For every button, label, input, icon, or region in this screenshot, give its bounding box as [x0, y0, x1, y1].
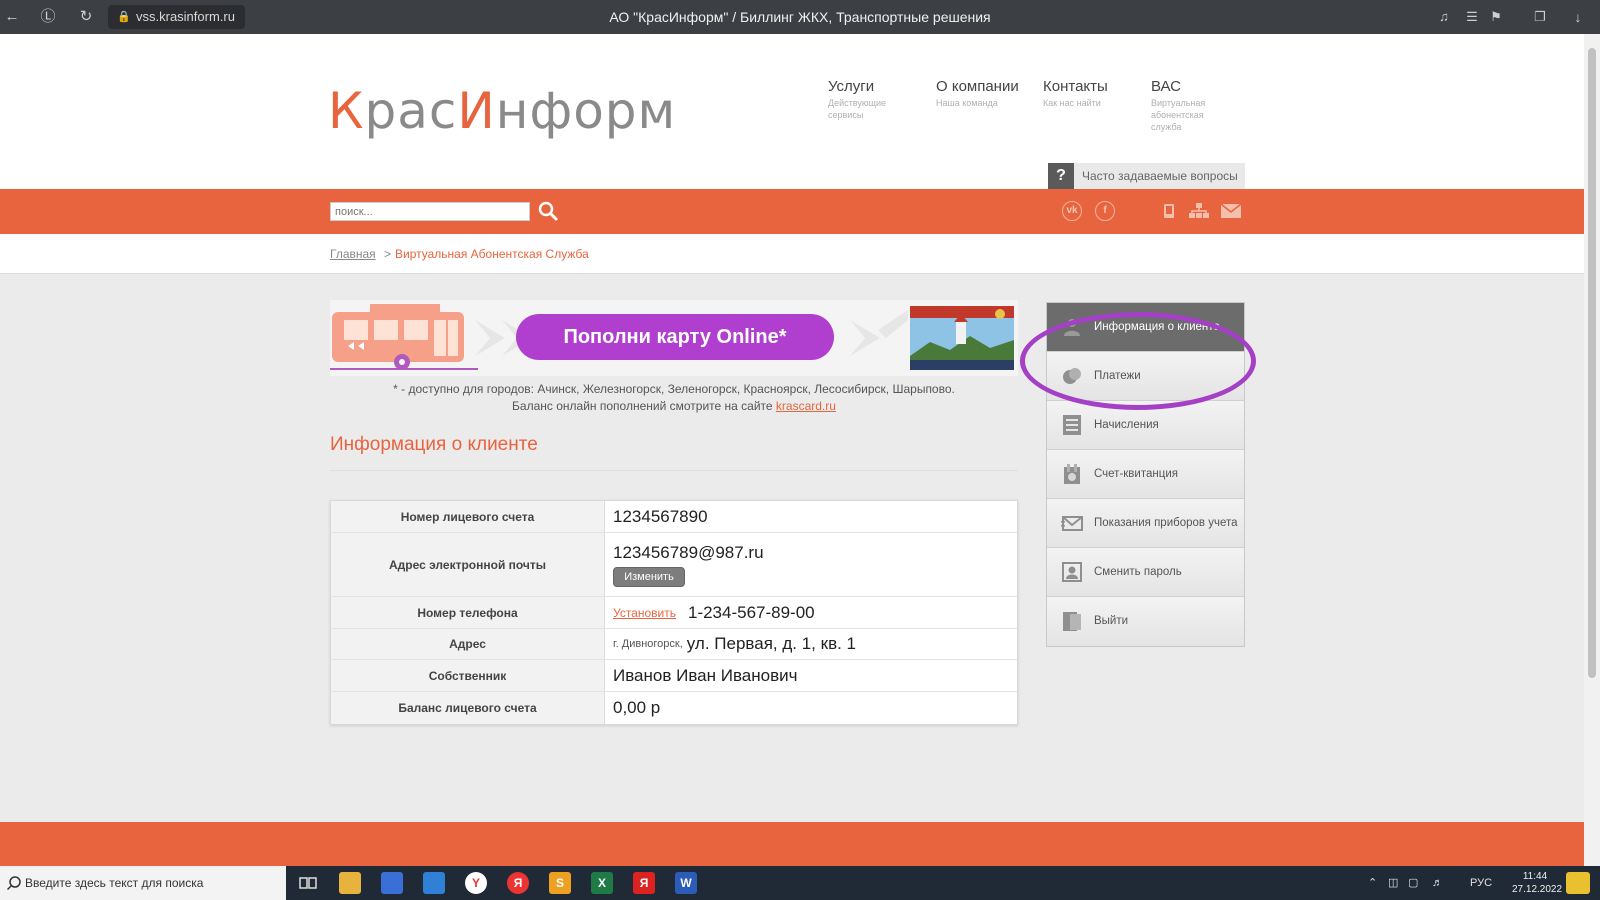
menu-logout[interactable]: Выйти — [1047, 597, 1244, 646]
id-card-icon — [1062, 562, 1082, 582]
exit-icon — [1063, 612, 1081, 631]
taskbar-search[interactable]: Введите здесь текст для поиска — [0, 866, 286, 900]
transport-card-image — [910, 306, 1014, 370]
nav-contacts[interactable]: Контакты Как нас найти — [1043, 78, 1123, 109]
balance-label: Баланс лицевого счета — [331, 692, 605, 724]
word-icon[interactable]: W — [675, 872, 697, 894]
menu-client-info[interactable]: Информация о клиенте — [1047, 303, 1244, 352]
banner-cities-note: * - доступно для городов: Ачинск, Железн… — [393, 382, 955, 396]
file-explorer-icon[interactable] — [339, 872, 361, 894]
mail-icon[interactable] — [1220, 201, 1242, 221]
sitemap-icon[interactable] — [1188, 201, 1210, 221]
krascard-link[interactable]: krascard.ru — [776, 399, 836, 413]
taskbar-clock[interactable]: 11:44 27.12.2022 — [1512, 870, 1562, 896]
table-row: Собственник Иванов Иван Иванович — [331, 660, 1017, 692]
nav-about[interactable]: О компании Наша команда — [936, 78, 1019, 109]
browser-toolbar: ← Ⓛ ↻ 🔒 vss.krasinform.ru АО "КрасИнформ… — [0, 0, 1600, 34]
yandex-browser-icon[interactable]: Y — [465, 872, 487, 894]
excel-icon[interactable]: X — [591, 872, 613, 894]
envelope-icon — [1061, 516, 1083, 531]
menu-meter-readings[interactable]: Показания приборов учета — [1047, 499, 1244, 548]
scroll-thumb[interactable] — [1588, 48, 1596, 678]
vk-icon[interactable]: vk — [1062, 201, 1082, 221]
question-icon: ? — [1048, 163, 1074, 189]
account-label: Номер лицевого счета — [331, 501, 605, 532]
monitor-icon[interactable]: ▢ — [1408, 866, 1418, 900]
breadcrumb-separator: > — [384, 247, 392, 261]
breadcrumb-current: Виртуальная Абонентская Служба — [395, 247, 589, 261]
mail-app-icon[interactable] — [423, 872, 445, 894]
tabs-icon[interactable]: ❐ — [1530, 7, 1550, 27]
tray-chevron-icon[interactable]: ⌃ — [1368, 866, 1377, 900]
network-icon[interactable]: ◫ — [1388, 866, 1398, 900]
faq-link[interactable]: ? Часто задаваемые вопросы — [1048, 163, 1245, 189]
volume-icon[interactable]: ♬ — [1432, 866, 1443, 900]
table-row: Баланс лицевого счета 0,00 р — [331, 692, 1017, 724]
account-menu: Информация о клиенте Платежи Начисления — [1046, 302, 1245, 647]
phone-label: Номер телефона — [331, 597, 605, 628]
site-header: КрасИнформ Услуги Действующие сервисы О … — [0, 34, 1584, 189]
owner-label: Собственник — [331, 660, 605, 691]
facebook-icon[interactable]: f — [1095, 201, 1115, 221]
window-title: АО "КрасИнформ" / Биллинг ЖКХ, Транспорт… — [609, 9, 991, 25]
search-input[interactable] — [330, 202, 530, 221]
balance-value: 0,00 р — [613, 698, 661, 717]
set-phone-link[interactable]: Установить — [613, 606, 676, 620]
owner-value: Иванов Иван Иванович — [613, 665, 798, 685]
page-scrollbar[interactable] — [1584, 34, 1600, 866]
table-row: Номер телефона Установить 1-234-567-89-0… — [331, 597, 1017, 629]
yandex-icon[interactable]: Я — [507, 872, 529, 894]
task-view-icon[interactable] — [297, 872, 319, 894]
download-icon[interactable]: ↓ — [1568, 7, 1588, 27]
change-email-button[interactable]: Изменить — [613, 566, 685, 587]
bookmark-icon[interactable]: ⚑ — [1486, 7, 1506, 27]
address-label: Адрес — [331, 629, 605, 659]
language-indicator[interactable]: РУС — [1470, 866, 1492, 900]
menu-receipt[interactable]: Счет-квитанция — [1047, 450, 1244, 499]
breadcrumb: Главная > Виртуальная Абонентская Служба — [0, 234, 1584, 274]
list-icon — [1063, 415, 1081, 435]
topup-card-button[interactable]: Пополни карту Online* — [516, 314, 834, 360]
search-icon — [6, 876, 21, 891]
menu-change-password[interactable]: Сменить пароль — [1047, 548, 1244, 597]
nav-vas[interactable]: ВАС Виртуальная абонентская служба — [1151, 78, 1213, 133]
notification-icon[interactable] — [1566, 872, 1590, 894]
menu-charges[interactable]: Начисления — [1047, 401, 1244, 450]
mobile-icon[interactable] — [1158, 201, 1180, 221]
site-footer — [0, 822, 1584, 866]
coins-icon — [1063, 368, 1081, 384]
address-city: г. Дивногорск, — [613, 638, 683, 650]
email-label: Адрес электронной почты — [331, 533, 605, 596]
address-value: ул. Первая, д. 1, кв. 1 — [686, 634, 856, 653]
menu-payments[interactable]: Платежи — [1047, 352, 1244, 401]
page-title: Информация о клиенте — [330, 434, 538, 455]
search-icon[interactable] — [536, 199, 560, 223]
windows-taskbar: Введите здесь текст для поиска Y Я S X Я… — [0, 866, 1600, 900]
receipt-icon — [1064, 464, 1080, 484]
promo-banner[interactable]: Пополни карту Online* — [330, 300, 1018, 376]
search-bar: vk f — [0, 189, 1584, 234]
sp-app-icon[interactable]: S — [549, 872, 571, 894]
table-row: Номер лицевого счета 1234567890 — [331, 501, 1017, 533]
table-row: Адрес электронной почты 123456789@987.ru… — [331, 533, 1017, 597]
person-icon — [1064, 319, 1080, 336]
banner-balance-note: Баланс онлайн пополнений смотрите на сай… — [512, 399, 836, 413]
web-page: КрасИнформ Услуги Действующие сервисы О … — [0, 34, 1584, 866]
store-icon[interactable] — [381, 872, 403, 894]
client-info-table: Номер лицевого счета 1234567890 Адрес эл… — [330, 500, 1018, 725]
phone-value: 1-234-567-89-00 — [687, 602, 815, 622]
email-value: 123456789@987.ru — [613, 542, 764, 562]
breadcrumb-home[interactable]: Главная — [330, 247, 376, 261]
site-logo[interactable]: КрасИнформ — [328, 82, 676, 140]
table-row: Адрес г. Дивногорск, ул. Первая, д. 1, к… — [331, 629, 1017, 660]
nav-services[interactable]: Услуги Действующие сервисы — [828, 78, 898, 121]
account-value: 1234567890 — [613, 506, 708, 526]
divider — [330, 470, 1018, 471]
reader-icon[interactable]: ☰ — [1462, 7, 1482, 27]
app-icon[interactable]: Я — [633, 872, 655, 894]
headphones-icon[interactable]: ♫ — [1434, 7, 1454, 27]
